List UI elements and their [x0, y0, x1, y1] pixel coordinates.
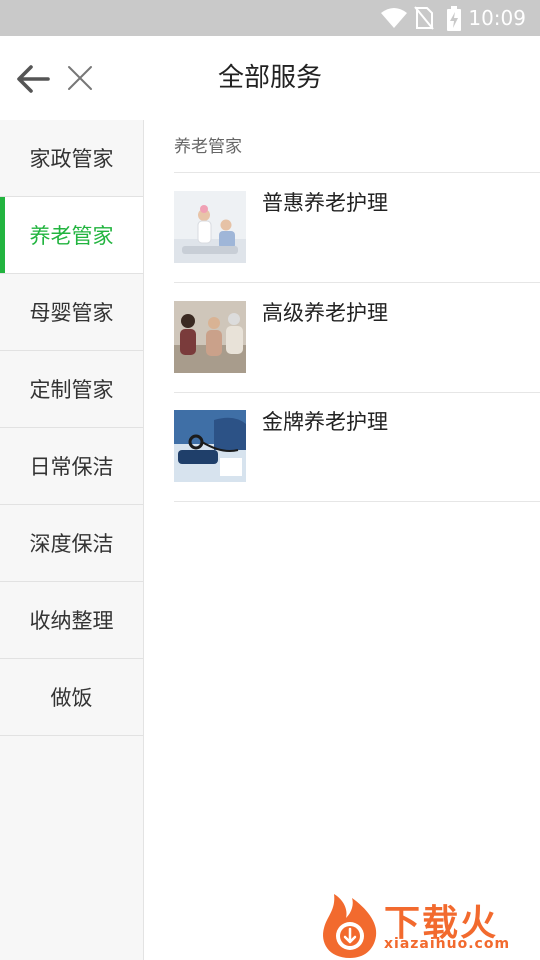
- service-name: 普惠养老护理: [262, 191, 388, 215]
- section-title: 养老管家: [174, 137, 242, 157]
- status-bar: 10:09: [0, 0, 540, 36]
- no-sim-icon: [414, 6, 434, 30]
- service-name: 金牌养老护理: [262, 410, 388, 434]
- watermark-domain: xiazaihuo.com: [384, 936, 511, 952]
- sidebar-item-organizing[interactable]: 收纳整理: [0, 582, 143, 659]
- battery-charging-icon: [447, 6, 461, 31]
- watermark-logo: 下载火 xiazaihuo.com: [318, 888, 540, 960]
- sidebar-item-housekeeping[interactable]: 家政管家: [0, 120, 143, 197]
- sidebar-item-daily-cleaning[interactable]: 日常保洁: [0, 428, 143, 505]
- service-thumbnail: [174, 410, 246, 482]
- sidebar-item-maternity[interactable]: 母婴管家: [0, 274, 143, 351]
- wifi-icon: [381, 8, 407, 28]
- page-title: 全部服务: [217, 63, 322, 93]
- sidebar-item-cooking[interactable]: 做饭: [0, 659, 143, 736]
- service-item[interactable]: 普惠养老护理: [174, 173, 540, 283]
- sidebar-item-deep-cleaning[interactable]: 深度保洁: [0, 505, 143, 582]
- top-bar: 全部服务: [0, 36, 540, 120]
- sidebar-item-elderly-care[interactable]: 养老管家: [0, 197, 143, 274]
- status-time: 10:09: [468, 6, 526, 30]
- flame-logo-icon: [323, 894, 377, 958]
- service-thumbnail: [174, 301, 246, 373]
- service-name: 高级养老护理: [262, 301, 388, 325]
- sidebar-item-custom[interactable]: 定制管家: [0, 351, 143, 428]
- category-sidebar: 家政管家 养老管家 母婴管家 定制管家 日常保洁 深度保洁 收纳整理 做饭: [0, 120, 144, 960]
- service-item[interactable]: 高级养老护理: [174, 283, 540, 393]
- service-list-panel: 养老管家 普惠养老护理 高级养老护理 金牌养老护理: [144, 120, 540, 960]
- service-item[interactable]: 金牌养老护理: [174, 392, 540, 502]
- service-thumbnail: [174, 191, 246, 263]
